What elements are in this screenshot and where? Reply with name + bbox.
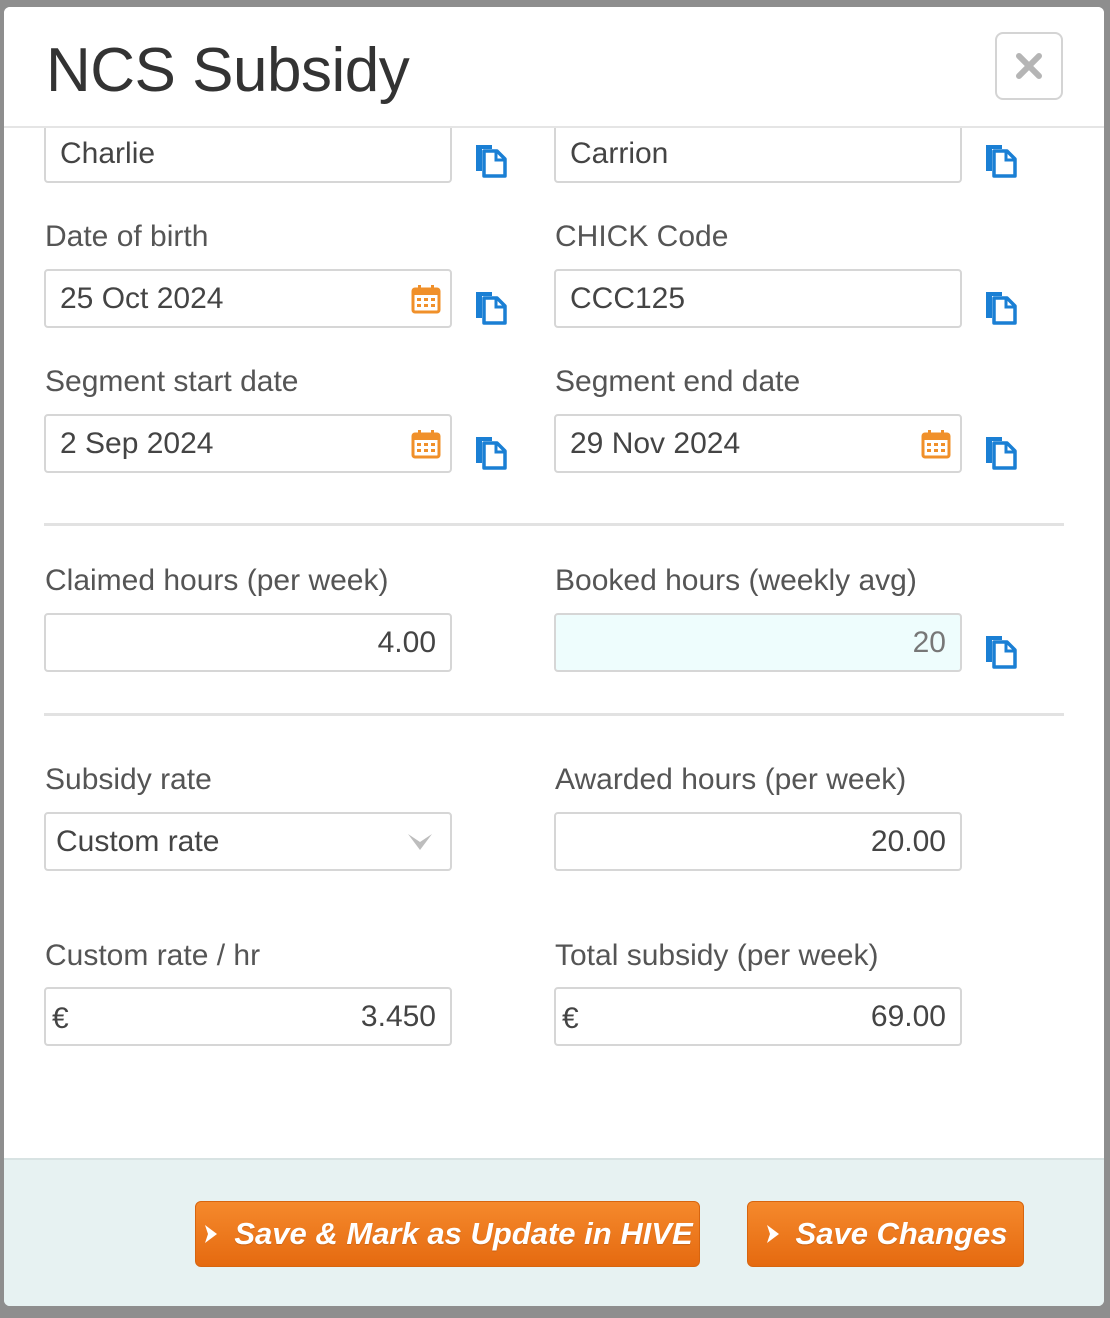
- ncs-subsidy-modal: NCS Subsidy Date of birth: [4, 7, 1104, 1306]
- calendar-icon[interactable]: [410, 428, 442, 460]
- custom-rate-label: Custom rate / hr: [45, 939, 261, 972]
- copy-icon[interactable]: [472, 141, 510, 179]
- segment-start-label: Segment start date: [45, 365, 299, 398]
- chevron-down-icon: [408, 834, 432, 850]
- calendar-icon[interactable]: [920, 428, 952, 460]
- total-subsidy-label: Total subsidy (per week): [555, 939, 879, 972]
- claimed-hours-label: Claimed hours (per week): [45, 564, 389, 597]
- booked-hours-input: [554, 613, 962, 672]
- euro-prefix: €: [52, 1002, 69, 1035]
- first-name-input[interactable]: [44, 124, 452, 183]
- save-changes-label: Save Changes: [795, 1216, 1008, 1251]
- dob-input[interactable]: [44, 269, 452, 328]
- euro-prefix: €: [562, 1002, 579, 1035]
- subsidy-rate-value: Custom rate: [56, 824, 220, 858]
- dob-label: Date of birth: [45, 220, 209, 253]
- copy-icon[interactable]: [982, 632, 1020, 670]
- segment-end-input[interactable]: [554, 414, 962, 473]
- awarded-hours-input[interactable]: [554, 812, 962, 871]
- segment-end-label: Segment end date: [555, 365, 801, 398]
- section-divider: [44, 713, 1064, 716]
- claimed-hours-input[interactable]: [44, 613, 452, 672]
- close-icon: [1016, 53, 1042, 79]
- copy-icon[interactable]: [472, 433, 510, 471]
- total-subsidy-input[interactable]: [554, 987, 962, 1046]
- modal-body: Date of birth CHICK Code Segment start d…: [4, 124, 1104, 1158]
- copy-icon[interactable]: [982, 288, 1020, 326]
- arrow-right-icon: [766, 1225, 779, 1243]
- modal-title: NCS Subsidy: [46, 36, 410, 105]
- chick-code-input[interactable]: [554, 269, 962, 328]
- save-mark-update-hive-label: Save & Mark as Update in HIVE: [234, 1216, 693, 1251]
- awarded-hours-label: Awarded hours (per week): [555, 763, 907, 796]
- copy-icon[interactable]: [982, 141, 1020, 179]
- chick-code-label: CHICK Code: [555, 220, 729, 253]
- save-mark-update-hive-button[interactable]: Save & Mark as Update in HIVE: [195, 1201, 700, 1267]
- save-changes-button[interactable]: Save Changes: [747, 1201, 1024, 1267]
- copy-icon[interactable]: [982, 433, 1020, 471]
- segment-start-input[interactable]: [44, 414, 452, 473]
- subsidy-rate-label: Subsidy rate: [45, 763, 212, 796]
- modal-header: NCS Subsidy: [4, 7, 1104, 128]
- booked-hours-label: Booked hours (weekly avg): [555, 564, 917, 597]
- calendar-icon[interactable]: [410, 283, 442, 315]
- close-button[interactable]: [995, 32, 1063, 100]
- copy-icon[interactable]: [472, 288, 510, 326]
- subsidy-rate-select[interactable]: Custom rate: [44, 812, 452, 871]
- section-divider: [44, 523, 1064, 526]
- last-name-input[interactable]: [554, 124, 962, 183]
- custom-rate-input[interactable]: [44, 987, 452, 1046]
- modal-footer: Save & Mark as Update in HIVE Save Chang…: [4, 1158, 1104, 1306]
- arrow-right-icon: [205, 1225, 218, 1243]
